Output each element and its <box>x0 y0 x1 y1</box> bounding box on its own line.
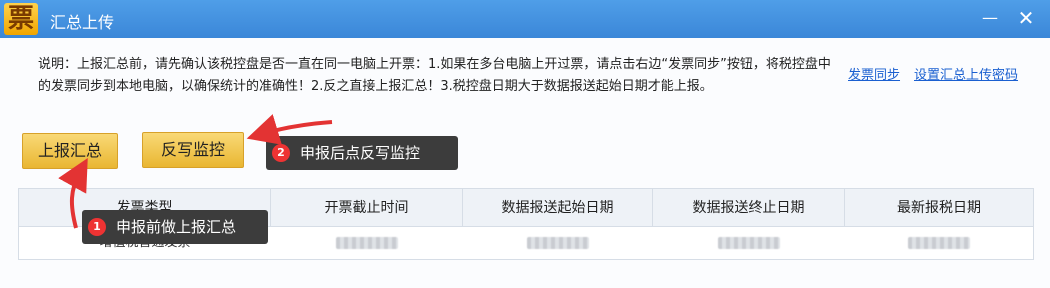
minimize-icon[interactable]: — <box>978 6 1002 30</box>
tooltip-write-back: 2 申报后点反写监控 <box>266 136 458 170</box>
step-badge-2: 2 <box>272 144 290 162</box>
invoice-sync-link[interactable]: 发票同步 <box>848 64 900 83</box>
report-summary-button[interactable]: 上报汇总 <box>22 133 118 169</box>
redacted-value <box>718 236 780 249</box>
redacted-value <box>336 236 398 249</box>
redacted-value <box>908 236 970 249</box>
app-icon: 票 <box>4 3 38 35</box>
title-bar: 票 汇总上传 — ✕ <box>0 0 1050 38</box>
col-report-end: 数据报送终止日期 <box>653 189 845 227</box>
col-issue-deadline: 开票截止时间 <box>271 189 463 227</box>
tooltip-text-1: 申报前做上报汇总 <box>116 218 237 236</box>
window-title: 汇总上传 <box>50 13 115 32</box>
cell-report-end <box>653 227 845 259</box>
cell-issue-deadline <box>271 227 463 259</box>
dialog-content: 说明：上报汇总前，请先确认该税控盘是否一直在同一电脑上开票：1.如果在多台电脑上… <box>0 38 1050 288</box>
instructions-text: 说明：上报汇总前，请先确认该税控盘是否一直在同一电脑上开票：1.如果在多台电脑上… <box>38 57 831 94</box>
write-back-button[interactable]: 反写监控 <box>142 132 244 168</box>
tooltip-text-2: 申报后点反写监控 <box>300 144 421 162</box>
set-password-link[interactable]: 设置汇总上传密码 <box>914 64 1018 83</box>
step-badge-1: 1 <box>88 218 106 236</box>
tooltip-report-first: 1 申报前做上报汇总 <box>82 210 268 244</box>
close-icon[interactable]: ✕ <box>1014 6 1038 30</box>
col-latest-tax: 最新报税日期 <box>897 200 981 216</box>
redacted-value <box>527 236 589 249</box>
col-report-start: 数据报送起始日期 <box>463 189 653 227</box>
cell-report-start <box>463 227 653 259</box>
cell-latest-tax <box>845 227 1033 259</box>
